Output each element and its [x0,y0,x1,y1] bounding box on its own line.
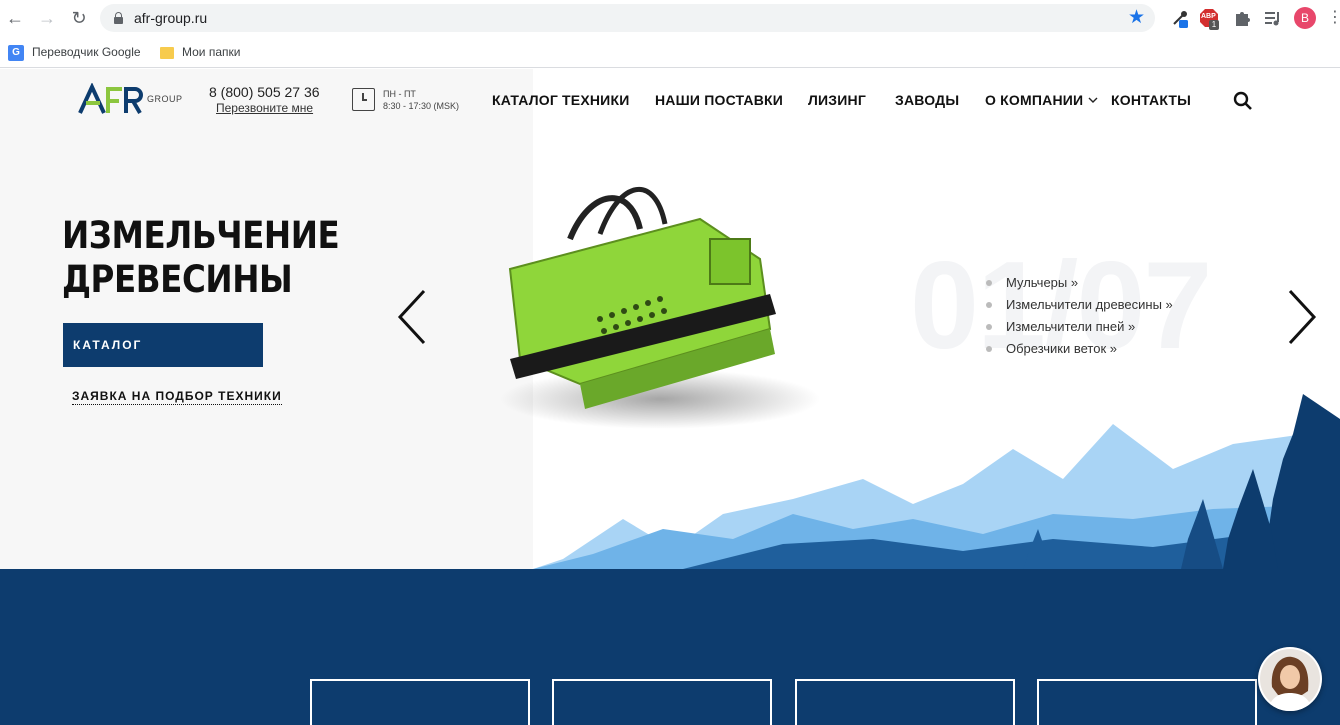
subcategory-link[interactable]: Измельчители пней » [986,316,1173,338]
bookmarks-bar: G Переводчик Google Мои папки [0,36,1340,68]
subcategory-link[interactable]: Мульчеры » [986,272,1173,294]
nav-factories[interactable]: ЗАВОДЫ [895,92,959,108]
callback-link[interactable]: Перезвоните мне [216,101,313,115]
color-picker-extension-icon[interactable] [1170,8,1190,28]
folder-icon [160,46,174,59]
nav-about[interactable]: О КОМПАНИИ [985,92,1083,108]
phone-number[interactable]: 8 (800) 505 27 36 [209,84,320,100]
bookmark-star-icon[interactable]: ★ [1128,7,1145,29]
working-days: ПН - ПТ [383,89,416,99]
nav-leasing[interactable]: ЛИЗИНГ [808,92,866,108]
adblock-label: ABP [1201,13,1216,20]
category-card[interactable] [552,679,772,725]
chat-widget-avatar[interactable] [1258,647,1322,711]
consultant-avatar-icon [1260,649,1320,711]
browser-menu-icon[interactable]: ⋮ [1327,8,1340,28]
hero-title-line: ИЗМЕЛЬЧЕНИЕ [62,214,340,257]
website-page: GROUP 8 (800) 505 27 36 Перезвоните мне … [0,69,1340,725]
slider-next-arrow-icon[interactable] [1282,287,1322,347]
category-card[interactable] [310,679,530,725]
equipment-request-link[interactable]: ЗАЯВКА НА ПОДБОР ТЕХНИКИ [72,389,282,405]
category-card[interactable] [795,679,1015,725]
search-icon[interactable] [1233,91,1253,111]
extensions-puzzle-icon[interactable] [1232,8,1252,28]
working-hours: 8:30 - 17:30 (MSK) [383,101,460,111]
subcategory-link[interactable]: Обрезчики веток » [986,338,1173,360]
lock-icon[interactable] [114,12,123,24]
media-controls-icon[interactable] [1263,8,1283,28]
hero-title-line: ДРЕВЕСИНЫ [62,258,293,301]
bookmark-label: Переводчик Google [32,45,141,59]
adblock-extension-icon[interactable]: ABP 1 [1199,8,1219,30]
profile-avatar[interactable]: B [1294,7,1316,29]
forward-arrow-icon[interactable]: → [36,7,58,29]
bookmark-label: Мои папки [182,45,241,59]
category-card[interactable] [1037,679,1257,725]
bookmark-my-folders[interactable]: Мои папки [160,42,240,62]
navy-section [0,569,1340,725]
address-bar[interactable]: afr-group.ru ★ [100,4,1155,32]
nav-catalog[interactable]: КАТАЛОГ ТЕХНИКИ [492,92,629,108]
subcategory-list: Мульчеры » Измельчители древесины » Изме… [986,272,1173,360]
back-arrow-icon[interactable]: ← [4,7,26,29]
hero-left-background [0,69,533,569]
google-translate-icon: G [8,44,24,61]
logo-subtitle: GROUP [147,94,183,104]
clock-icon [352,88,375,111]
url-text[interactable]: afr-group.ru [134,10,207,26]
mulcher-product-image[interactable] [480,179,860,439]
reload-icon[interactable]: ↻ [68,7,90,29]
subcategory-link[interactable]: Измельчители древесины » [986,294,1173,316]
hero-title: ИЗМЕЛЬЧЕНИЕ ДРЕВЕСИНЫ [62,214,340,302]
nav-contacts[interactable]: КОНТАКТЫ [1111,92,1191,108]
catalog-button[interactable]: КАТАЛОГ [63,323,263,367]
browser-toolbar: ← → ↻ afr-group.ru ★ ABP 1 B ⋮ [0,0,1340,36]
extension-badge: 1 [1209,20,1219,30]
chevron-down-icon[interactable] [1088,95,1098,105]
nav-deliveries[interactable]: НАШИ ПОСТАВКИ [655,92,783,108]
bookmark-google-translate[interactable]: G Переводчик Google [8,42,141,62]
slider-prev-arrow-icon[interactable] [392,287,432,347]
